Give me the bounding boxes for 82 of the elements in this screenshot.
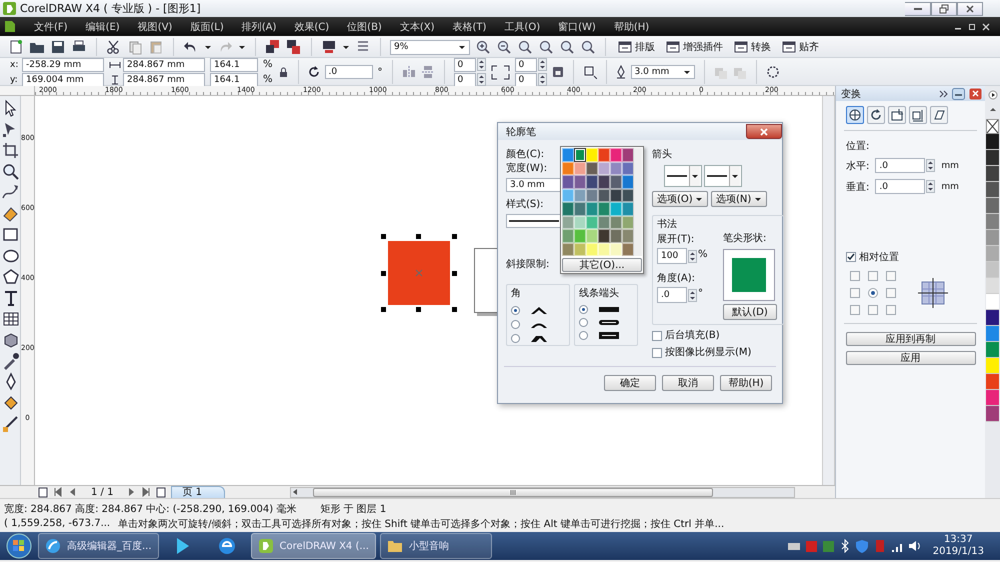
apply-button[interactable]: 应用	[846, 351, 976, 365]
checkbox-label: 按图像比例显示(M)	[665, 346, 752, 360]
menu-item[interactable]: 编辑(E)	[86, 20, 120, 34]
unit-label: °	[698, 287, 703, 301]
cursor-coordinates: ( 1,559.258, -673.7...	[4, 518, 110, 529]
field-label: 样式(S):	[506, 198, 544, 212]
percent-sign: %	[263, 73, 273, 86]
selection-info: 宽度: 284.867 高度: 284.867 中心: (-258.290, 169.004) 毫米	[4, 502, 296, 516]
taskbar-button[interactable]: 小型音响	[380, 533, 492, 559]
menu-item[interactable]: 效果(C)	[294, 20, 330, 34]
degree-sign: °	[378, 66, 383, 79]
clock[interactable]: 13:37 2019/1/13	[932, 534, 984, 558]
field-label: 展开(T):	[657, 233, 694, 247]
corner-radius-field[interactable]: 0	[454, 72, 476, 86]
checkbox-label: 相对位置	[859, 250, 899, 264]
object-height-field[interactable]: 284.867 mm	[123, 72, 205, 86]
scale-y-field[interactable]: 164.1	[210, 72, 258, 86]
position-field[interactable]: .0	[875, 179, 926, 194]
menu-item[interactable]: 版面(L)	[190, 20, 224, 34]
toolbar-button[interactable]: 增强插件	[663, 38, 726, 56]
menu-item[interactable]: 文件(F)	[34, 20, 68, 34]
other-colors-button[interactable]: 其它(O)...	[562, 258, 642, 272]
unit-label: mm	[941, 160, 959, 170]
unit-label: %	[698, 248, 708, 262]
dialog-title: 轮廓笔	[506, 126, 536, 138]
scale-x-field[interactable]: 164.1	[210, 58, 258, 72]
x-position-field[interactable]: -258.29 mm	[22, 58, 104, 72]
outline-width-dropdown[interactable]: 3.0 mm	[630, 65, 695, 79]
field-label: 角度(A):	[657, 272, 696, 286]
corner-radius-field[interactable]: 0	[514, 72, 537, 86]
menu-item[interactable]: 位图(B)	[347, 20, 382, 34]
y-label: y:	[10, 74, 19, 84]
menu-item[interactable]: 窗口(W)	[558, 20, 596, 34]
toolbar-button[interactable]: 排版	[615, 38, 658, 56]
apply-button[interactable]: 应用到再制	[846, 332, 976, 346]
group-title: 角	[511, 287, 521, 301]
toolbar-button[interactable]: 贴齐	[779, 38, 822, 56]
field-label: 水平:	[846, 160, 870, 172]
options-button[interactable]: 选项(N)	[711, 191, 767, 207]
angle-field[interactable]: .0	[657, 287, 687, 303]
menu-item[interactable]: 排列(A)	[242, 20, 276, 34]
object-info: 矩形 于 图层 1	[320, 502, 386, 516]
menu-item[interactable]: 文本(X)	[400, 20, 434, 34]
position-field[interactable]: .0	[875, 158, 926, 173]
panel-title: 变换	[841, 88, 861, 100]
object-width-field[interactable]: 284.867 mm	[123, 58, 205, 72]
zoom-level-dropdown[interactable]: 9%	[390, 40, 470, 54]
y-position-field[interactable]: 169.004 mm	[22, 72, 104, 86]
checkbox-label: 后台填充(B)	[665, 329, 720, 343]
hint-text: 单击对象两次可旋转/倾斜；双击工具可选择所有对象；按住 Shift 键单击可选择多个对象；按住 Alt 键单击可进行挖掘；按住 Ctrl 并单...	[118, 518, 724, 530]
menu-item[interactable]: 帮助(H)	[614, 20, 650, 34]
corner-radius-field[interactable]: 0	[454, 58, 476, 72]
x-label: x:	[10, 60, 20, 70]
toolbar-button[interactable]: 转换	[731, 38, 774, 56]
section-title: 书法	[657, 218, 677, 232]
corner-radius-field[interactable]: 0	[514, 58, 537, 72]
section-title: 箭头	[652, 148, 672, 162]
page-tab[interactable]: 页 1	[171, 486, 225, 498]
unit-label: mm	[941, 182, 959, 192]
options-button[interactable]: 选项(O)	[652, 191, 708, 207]
group-title: 线条端头	[579, 287, 619, 301]
dialog-button[interactable]: 确定	[604, 375, 656, 391]
default-button[interactable]: 默认(D)	[723, 304, 777, 320]
stretch-field[interactable]: 100	[657, 248, 687, 264]
clock-date: 2019/1/13	[932, 546, 984, 558]
field-label: 宽度(W):	[506, 162, 548, 176]
field-label: 笔尖形状:	[723, 232, 766, 246]
menu-item[interactable]: 工具(O)	[504, 20, 540, 34]
clock-time: 13:37	[944, 534, 973, 546]
field-label: 斜接限制:	[506, 258, 550, 272]
percent-sign: %	[263, 58, 273, 72]
menu-item[interactable]: 视图(V)	[138, 20, 172, 34]
rotation-field[interactable]: .0	[324, 65, 373, 79]
dialog-button[interactable]: 帮助(H)	[720, 375, 772, 391]
page-counter: 1 / 1	[91, 486, 114, 498]
menu-item[interactable]: 表格(T)	[452, 20, 486, 34]
taskbar-button[interactable]: 高级编辑器_百度...	[38, 533, 159, 559]
window-title: CorelDRAW X4 ( 专业版 ) - [图形1]	[20, 1, 201, 16]
field-label: 颜色(C):	[506, 148, 544, 162]
field-label: 垂直:	[846, 180, 870, 194]
dialog-button[interactable]: 取消	[662, 375, 714, 391]
section-title: 位置:	[846, 141, 870, 152]
